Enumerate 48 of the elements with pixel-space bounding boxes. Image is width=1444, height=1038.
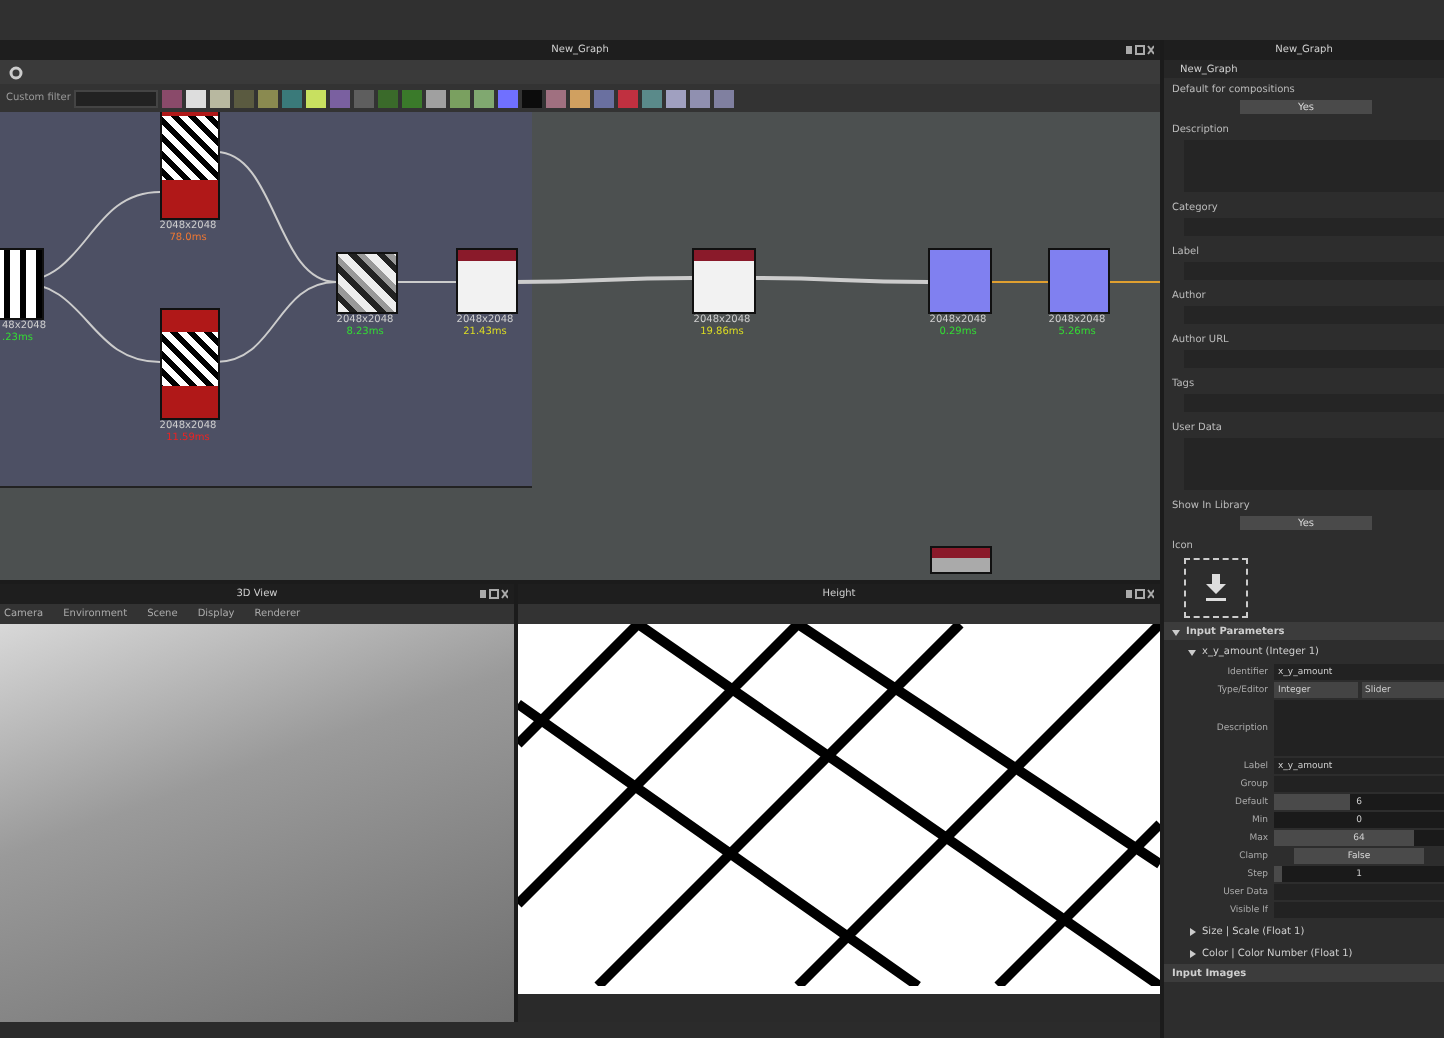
graph-node[interactable] (928, 248, 992, 314)
graph-node[interactable] (456, 248, 518, 314)
connection-line (1105, 281, 1160, 283)
node-filter-swatch[interactable] (282, 89, 303, 107)
node-filter-swatch[interactable] (426, 89, 447, 107)
window-controls-icon[interactable] (1126, 44, 1154, 56)
download-icon (1204, 574, 1228, 602)
expand-caret-icon[interactable] (1188, 647, 1196, 655)
window-controls-icon[interactable] (1126, 588, 1154, 600)
node-filter-swatch[interactable] (690, 89, 711, 107)
node-filter-swatch[interactable] (162, 89, 183, 107)
expand-caret-icon[interactable] (1172, 627, 1180, 635)
node-filter-swatch[interactable] (330, 89, 351, 107)
graph-node[interactable] (160, 112, 220, 220)
graph-node[interactable] (930, 546, 992, 574)
connection-line (393, 281, 457, 283)
node-filter-swatch[interactable] (402, 89, 423, 107)
node-filter-swatch[interactable] (258, 89, 279, 107)
node-filter-swatch[interactable] (378, 89, 399, 107)
node-filter-swatch[interactable] (594, 89, 615, 107)
collapse-caret-icon[interactable] (1188, 927, 1196, 935)
input-field[interactable] (1274, 884, 1444, 900)
node-filter-swatch[interactable] (666, 89, 687, 107)
node-filter-swatch[interactable] (522, 89, 543, 107)
node-filter-swatch[interactable] (186, 89, 207, 107)
node-filter-swatch[interactable] (498, 89, 519, 107)
node-filter-swatch[interactable] (234, 89, 255, 107)
window-controls-icon[interactable] (480, 588, 508, 600)
graph-node[interactable] (336, 252, 398, 314)
node-filter-swatch[interactable] (474, 89, 495, 107)
collapse-caret-icon[interactable] (1188, 949, 1196, 957)
node-filter-swatch[interactable] (546, 89, 567, 107)
icon-drop-area[interactable] (1184, 558, 1248, 618)
node-filter-swatch[interactable] (570, 89, 591, 107)
connection-line (987, 281, 1049, 283)
node-filter-swatch[interactable] (618, 89, 639, 107)
gear-icon[interactable] (6, 65, 26, 79)
node-filter-swatch[interactable] (714, 89, 735, 107)
graph-node[interactable] (692, 248, 756, 314)
graph-node[interactable] (1048, 248, 1110, 314)
node-filter-swatch[interactable] (642, 89, 663, 107)
filter-field[interactable] (74, 89, 159, 107)
node-filter-swatch[interactable] (306, 89, 327, 107)
node-filter-swatch[interactable] (354, 89, 375, 107)
input-field[interactable] (1274, 776, 1444, 792)
node-filter-swatch[interactable] (450, 89, 471, 107)
node-filter-swatch[interactable] (210, 89, 231, 107)
graph-node[interactable] (160, 308, 220, 420)
